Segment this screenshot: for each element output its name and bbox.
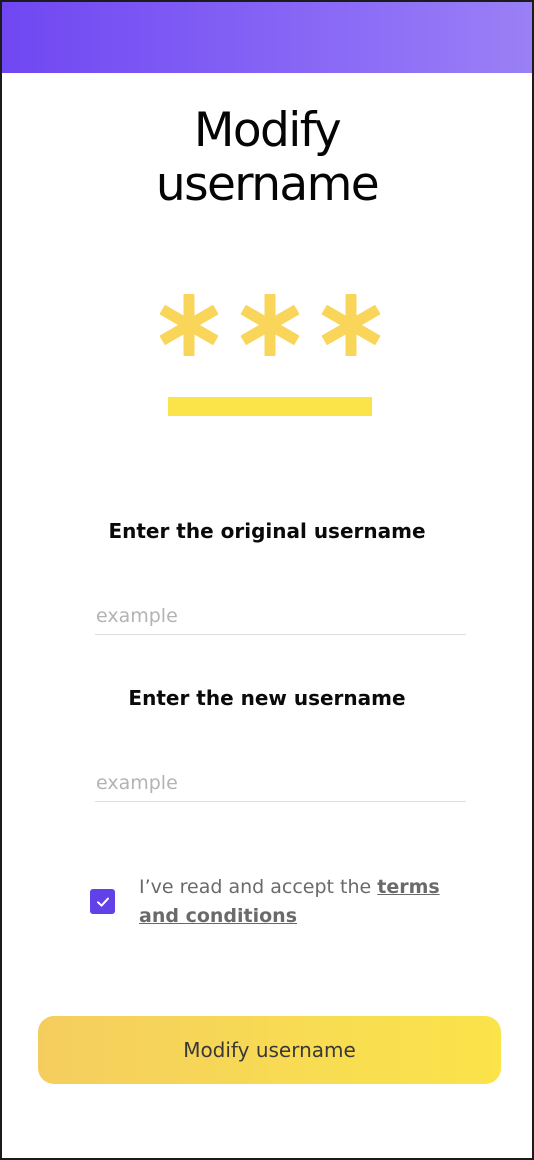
page-title-line-2: username [155,157,380,212]
checkmark-icon [96,897,109,907]
asterisk-icon [240,294,300,356]
masked-password-icon [159,294,381,416]
terms-text: I’ve read and accept the terms and condi… [139,873,469,931]
header-bar [2,2,532,73]
cursor-underline [168,397,372,416]
app-screen: Modify username Enter the original usern… [0,0,534,1160]
asterisk-icon [159,294,219,356]
asterisk-icon [321,294,381,356]
page-title-line-1: Modify [193,103,342,158]
original-username-input[interactable] [95,598,466,635]
password-asterisks [159,294,381,356]
modify-username-button[interactable]: Modify username [38,1016,501,1084]
terms-prefix: I’ve read and accept the [139,876,378,898]
original-username-label: Enter the original username [108,519,426,543]
page-title: Modify username [2,104,532,212]
new-username-label: Enter the new username [128,686,406,710]
new-username-input[interactable] [95,765,466,802]
terms-checkbox[interactable] [90,889,115,914]
